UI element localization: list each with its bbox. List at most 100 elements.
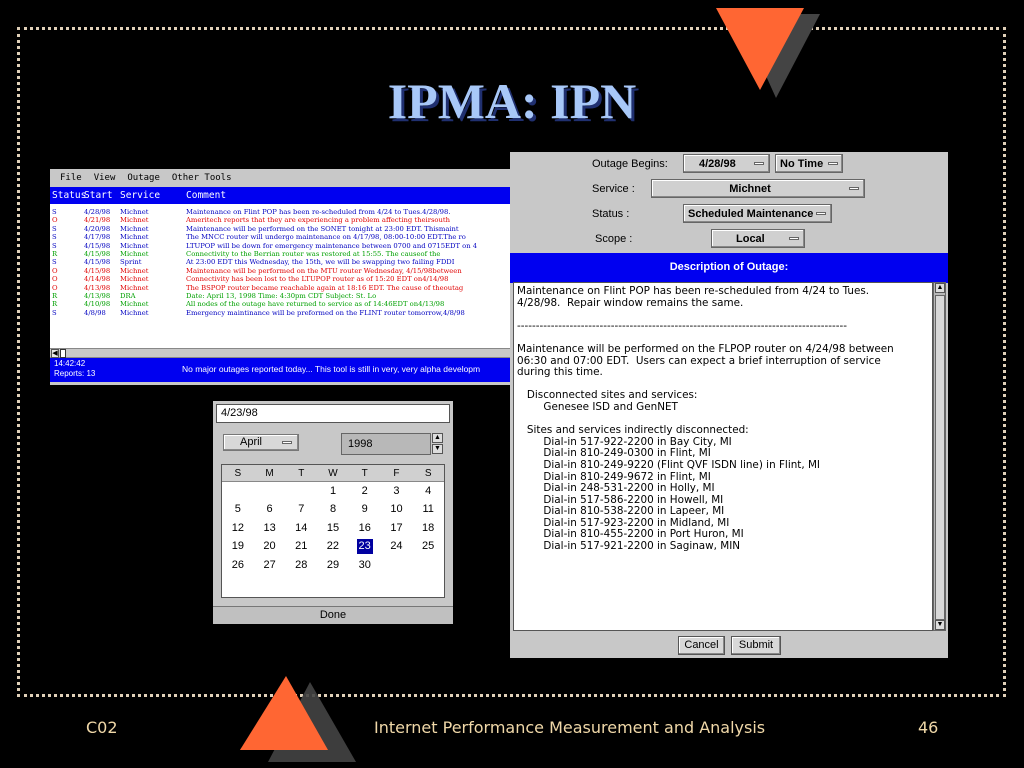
calendar-empty — [412, 556, 444, 574]
footer-center: Internet Performance Measurement and Ana… — [374, 718, 766, 737]
column-start[interactable]: Start — [84, 190, 120, 201]
scroll-thumb[interactable] — [60, 349, 66, 358]
month-dropdown[interactable]: April — [223, 434, 299, 451]
horizontal-scrollbar[interactable]: ◀ — [50, 348, 512, 358]
weekday-header: SMTWTFS — [222, 465, 444, 482]
table-row[interactable]: O 4/13/98 Michnet The BSPOP router became r… — [50, 284, 512, 292]
date-picker: 4/23/98 April 1998 ▲ ▼ SMTWTFS 123456789… — [213, 401, 453, 624]
calendar-day[interactable]: 29 — [317, 556, 349, 574]
status-dropdown[interactable]: Scheduled Maintenance — [683, 204, 832, 223]
dropdown-icon — [849, 187, 859, 190]
calendar-day[interactable]: 11 — [412, 500, 444, 518]
menu-view[interactable]: View — [94, 173, 116, 183]
row-service: Michnet — [120, 208, 149, 216]
year-down-icon[interactable]: ▼ — [432, 444, 443, 454]
calendar-day[interactable]: 30 — [349, 556, 381, 574]
menu-file[interactable]: File — [60, 173, 82, 183]
calendar-day[interactable]: 22 — [317, 537, 349, 555]
year-up-icon[interactable]: ▲ — [432, 433, 443, 443]
calendar-day[interactable]: 12 — [222, 519, 254, 537]
weekday-label: M — [265, 468, 274, 479]
submit-button[interactable]: Submit — [731, 636, 781, 655]
scope-value: Local — [736, 233, 765, 245]
begins-date-dropdown[interactable]: 4/28/98 — [683, 154, 770, 173]
calendar-day[interactable]: 9 — [349, 500, 381, 518]
table-row[interactable]: S 4/17/98 Michnet The MNCC router will unde… — [50, 233, 512, 241]
footer-left: C02 — [86, 718, 118, 737]
table-row[interactable]: R 4/10/98 Michnet All nodes of the outage h… — [50, 300, 512, 308]
calendar-day[interactable]: 14 — [285, 519, 317, 537]
calendar-day[interactable]: 17 — [381, 519, 413, 537]
outage-list[interactable]: S 4/28/98 Michnet Maintenance on Flint POP … — [50, 204, 512, 348]
row-status: O — [52, 216, 58, 225]
row-comment: Ameritech reports that they are experien… — [186, 216, 451, 225]
calendar-day[interactable]: 28 — [285, 556, 317, 574]
calendar-day[interactable]: 5 — [222, 500, 254, 518]
dropdown-icon — [816, 212, 826, 215]
calendar-day[interactable]: 26 — [222, 556, 254, 574]
table-row[interactable]: S 4/20/98 Michnet Maintenance will be perfo… — [50, 225, 512, 233]
row-start: 4/21/98 — [84, 216, 111, 225]
dropdown-icon — [789, 237, 799, 240]
menu-outage[interactable]: Outage — [127, 173, 160, 183]
date-input[interactable]: 4/23/98 — [216, 404, 450, 423]
weekday-label: T — [298, 468, 305, 479]
calendar-day[interactable]: 21 — [285, 537, 317, 555]
calendar-day[interactable]: 8 — [317, 500, 349, 518]
table-row[interactable]: R 4/15/98 Michnet Connectivity to the Berri… — [50, 250, 512, 258]
column-status[interactable]: Status — [50, 190, 86, 201]
row-service: Michnet — [120, 283, 149, 292]
calendar-day[interactable]: 20 — [254, 537, 286, 555]
table-row[interactable]: S 4/8/98 Michnet Emergency maintinance will… — [50, 309, 512, 317]
calendar-day[interactable]: 23 — [356, 539, 373, 554]
calendar-day[interactable]: 1 — [317, 482, 349, 500]
row-service: Michnet — [120, 308, 149, 317]
calendar-day[interactable]: 19 — [222, 537, 254, 555]
service-dropdown[interactable]: Michnet — [651, 179, 865, 198]
row-service: Michnet — [120, 216, 149, 225]
description-textarea[interactable]: Maintenance on Flint POP has been re-sch… — [513, 282, 933, 631]
row-service: Michnet — [120, 233, 149, 242]
table-row[interactable]: S 4/15/98 Michnet LTUPOP will be down for e… — [50, 242, 512, 250]
weekday-label: T — [361, 468, 368, 479]
column-comment[interactable]: Comment — [186, 190, 512, 201]
row-service: Michnet — [120, 266, 149, 275]
year-field[interactable]: 1998 — [341, 433, 431, 455]
scroll-down-icon[interactable]: ▼ — [935, 620, 945, 630]
vertical-scrollbar[interactable]: ▲ ▼ — [933, 282, 946, 631]
table-row[interactable]: S 4/15/98 Sprint At 23:00 EDT this Wednesda… — [50, 258, 512, 266]
begins-time-dropdown[interactable]: No Time — [775, 154, 843, 173]
column-service[interactable]: Service — [120, 190, 186, 201]
scope-dropdown[interactable]: Local — [711, 229, 805, 248]
row-comment: Maintenance will be performed on the SON… — [186, 224, 459, 233]
calendar-day[interactable]: 13 — [254, 519, 286, 537]
table-row[interactable]: O 4/15/98 Michnet Maintenance will be perf… — [50, 267, 512, 275]
calendar-day[interactable]: 15 — [317, 519, 349, 537]
cancel-button[interactable]: Cancel — [678, 636, 725, 655]
status-time: 14:42:42 — [54, 359, 86, 368]
calendar-day[interactable]: 18 — [412, 519, 444, 537]
calendar-day[interactable]: 27 — [254, 556, 286, 574]
scroll-up-icon[interactable]: ▲ — [935, 283, 945, 293]
calendar-week: 19 20 21 22 23 24 25 — [222, 537, 444, 555]
scroll-left-icon[interactable]: ◀ — [51, 349, 59, 358]
table-row[interactable]: O 4/21/98 Michnet Ameritech reports that th… — [50, 216, 512, 224]
calendar-day[interactable]: 2 — [349, 482, 381, 500]
calendar-day[interactable]: 7 — [285, 500, 317, 518]
calendar-day[interactable]: 16 — [349, 519, 381, 537]
table-row[interactable]: S 4/28/98 Michnet Maintenance on Flint POP … — [50, 208, 512, 216]
calendar-day[interactable]: 3 — [381, 482, 413, 500]
scroll-thumb[interactable] — [935, 295, 945, 620]
calendar-day[interactable]: 10 — [381, 500, 413, 518]
table-row[interactable]: O 4/14/98 Michnet Connectivity has been los… — [50, 275, 512, 283]
done-button[interactable]: Done — [213, 606, 453, 624]
table-row[interactable]: R 4/13/98 DRA Date: April 13, 1998 Time: 4… — [50, 292, 512, 300]
calendar-empty — [222, 482, 254, 500]
calendar-day[interactable]: 4 — [412, 482, 444, 500]
calendar-day[interactable]: 24 — [381, 537, 413, 555]
status-message: No major outages reported today... This … — [182, 364, 481, 374]
scope-label: Scope : — [595, 233, 633, 245]
menu-other-tools[interactable]: Other Tools — [172, 173, 232, 183]
calendar-day[interactable]: 6 — [254, 500, 286, 518]
calendar-day[interactable]: 25 — [412, 537, 444, 555]
